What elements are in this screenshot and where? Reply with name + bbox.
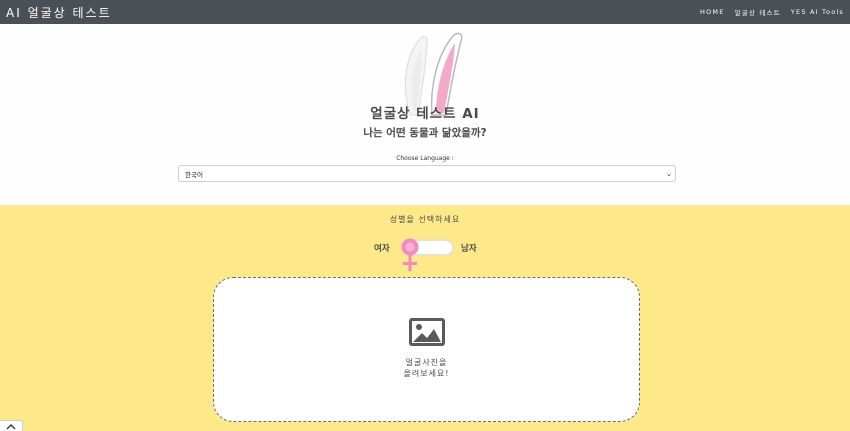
- navbar: AI 얼굴상 테스트 HOME 얼굴상 테스트 YES AI Tools: [0, 0, 850, 24]
- language-label: Choose Language :: [396, 155, 454, 162]
- upload-text-line1: 얼굴사진을: [405, 358, 448, 367]
- photo-upload-area[interactable]: 얼굴사진을 올려보세요!: [213, 277, 640, 422]
- scroll-top-button[interactable]: [0, 420, 23, 431]
- gender-toggle-row: 여자 남자: [372, 238, 482, 272]
- nav-links: HOME 얼굴상 테스트 YES AI Tools: [700, 7, 844, 17]
- nav-home[interactable]: HOME: [700, 8, 725, 16]
- brand-title[interactable]: AI 얼굴상 테스트: [6, 4, 112, 21]
- female-label[interactable]: 여자: [374, 242, 390, 254]
- page-subtitle: 나는 어떤 동물과 닮았을까?: [363, 127, 487, 139]
- nav-face-test[interactable]: 얼굴상 테스트: [735, 7, 781, 17]
- female-symbol-icon[interactable]: [399, 237, 423, 273]
- language-selected-value: 한국어: [185, 170, 203, 179]
- nav-yes-ai-tools[interactable]: YES AI Tools: [791, 8, 844, 16]
- header-section: 얼굴상 테스트 AI 나는 어떤 동물과 닮았을까? Choose Langua…: [0, 24, 850, 205]
- language-select[interactable]: 한국어 ⌄: [178, 165, 676, 182]
- image-icon: [409, 318, 445, 346]
- male-label[interactable]: 남자: [461, 242, 477, 254]
- gender-title: 성별을 선택하세요: [389, 215, 461, 224]
- chevron-down-icon: ⌄: [666, 169, 672, 178]
- upload-text-line2: 올려보세요!: [403, 369, 450, 378]
- chevron-up-icon: [6, 423, 16, 429]
- page-title: 얼굴상 테스트 AI: [370, 106, 480, 122]
- gender-upload-section: 성별을 선택하세요 여자 남자 얼굴사진을 올려보세요!: [0, 205, 850, 431]
